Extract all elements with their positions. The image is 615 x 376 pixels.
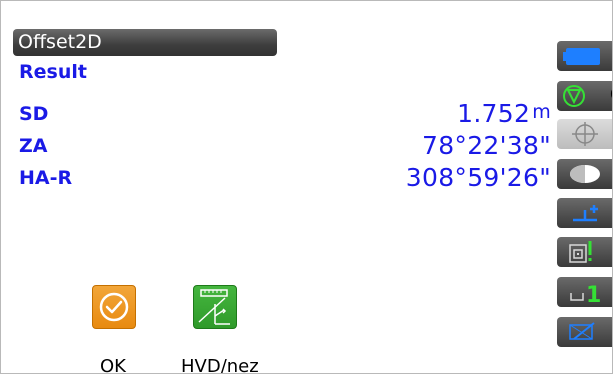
sd-value-group: 1.752 m [457, 99, 551, 128]
sd-value: 1.752 [457, 99, 531, 128]
number-status[interactable]: 1 [557, 277, 612, 307]
measurement-row-za: ZA 78°22'38" [19, 131, 551, 165]
sd-unit: m [532, 101, 551, 123]
ha-r-value: 308°59'26" [405, 163, 551, 192]
ok-button-label[interactable]: OK [100, 357, 126, 374]
check-circle-icon [99, 292, 129, 322]
za-label: ZA [19, 135, 48, 157]
crosshair-icon [572, 122, 598, 146]
tilt-icon [573, 205, 598, 222]
measurement-row-ha-r: HA-R 308°59'26" [19, 163, 551, 197]
edit-icon [569, 322, 595, 340]
laser-icon [570, 165, 600, 183]
ha-r-label: HA-R [19, 167, 73, 189]
hvd-nez-button[interactable] [193, 285, 237, 329]
svg-text:1: 1 [586, 283, 601, 307]
number-one-icon: 1 [570, 283, 601, 307]
screen-frame: Offset2D Result SD 1.752 m ZA 78°22'38" H… [0, 0, 613, 374]
result-heading: Result [19, 61, 87, 83]
battery-icon [563, 48, 600, 65]
edit-status[interactable] [557, 317, 612, 347]
measurement-row-sd: SD 1.752 m [19, 99, 551, 133]
za-value: 78°22'38" [421, 131, 551, 160]
face-status[interactable] [557, 237, 612, 267]
target-status[interactable] [557, 81, 612, 111]
battery-status [557, 41, 612, 71]
crosshair-status[interactable] [557, 119, 612, 149]
coordinate-axes-icon [198, 289, 230, 325]
target-prism-icon [563, 85, 585, 107]
hvd-nez-button-label[interactable]: HVD/nez [181, 357, 259, 374]
tilt-status[interactable] [557, 198, 612, 228]
target-constant-text: 0 [610, 87, 612, 103]
ok-button[interactable] [92, 285, 136, 329]
face-icon [569, 241, 592, 263]
laser-status[interactable] [557, 159, 612, 189]
sd-label: SD [19, 103, 49, 125]
screen-title: Offset2D [13, 29, 277, 56]
